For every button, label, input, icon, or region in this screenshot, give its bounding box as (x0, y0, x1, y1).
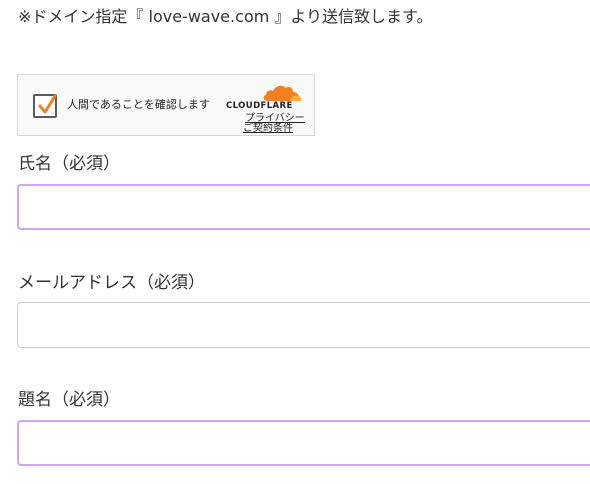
cloudflare-brand-text: CLOUDFLARE (226, 101, 293, 111)
cloudflare-turnstile-widget: 人間であることを確認します CLOUDFLARE プライバシー ご契約条件 (17, 74, 315, 136)
checkmark-icon (38, 94, 57, 114)
subject-field-label: 題名（必須） (18, 390, 120, 410)
subject-input[interactable] (17, 420, 590, 466)
terms-link[interactable]: ご契約条件 (243, 123, 293, 135)
cloudflare-cloud-icon (263, 85, 302, 101)
email-field-label: メールアドレス（必須） (18, 273, 205, 293)
name-field-label: 氏名（必須） (18, 154, 120, 174)
name-input[interactable] (17, 184, 590, 230)
verify-human-label: 人間であることを確認します (67, 98, 210, 111)
verify-human-checkbox[interactable] (33, 94, 57, 118)
email-input[interactable] (17, 302, 590, 348)
domain-notice: ※ドメイン指定『 love-wave.com 』より送信致します。 (18, 7, 433, 26)
